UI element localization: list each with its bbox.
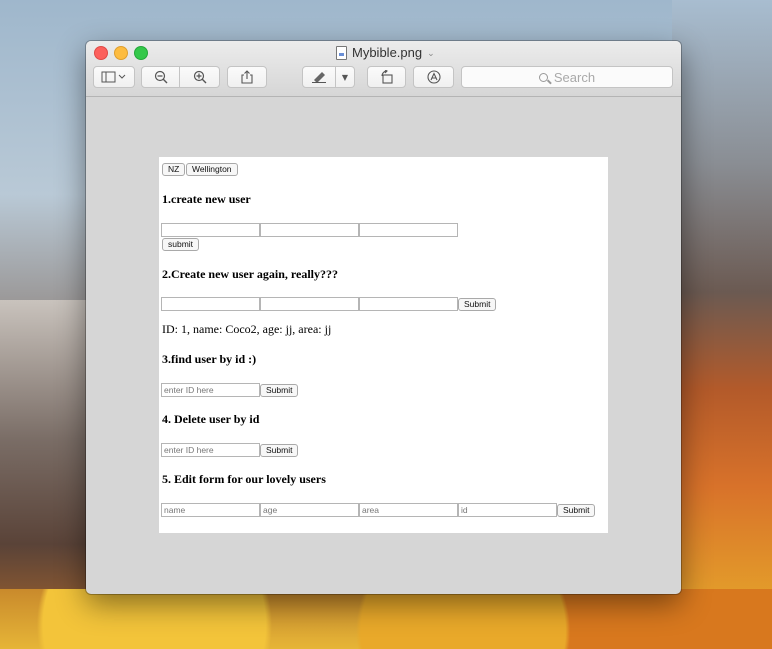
search-field[interactable]: Search <box>461 66 673 88</box>
find-user-id-input[interactable]: enter ID here <box>161 383 260 397</box>
zoom-out-icon <box>154 70 167 84</box>
chevron-down-icon: ⌄ <box>427 48 435 58</box>
section1-heading: 1.create new user <box>162 192 251 206</box>
share-icon <box>241 70 253 84</box>
delete-user-submit-button[interactable]: Submit <box>260 444 299 457</box>
markup-pen-icon <box>312 72 326 83</box>
close-button[interactable] <box>94 46 108 60</box>
desktop-wallpaper-foliage <box>0 589 772 649</box>
window-title-text: Mybible.png <box>352 45 423 60</box>
wellington-button[interactable]: Wellington <box>186 163 238 176</box>
maximize-button[interactable] <box>134 46 148 60</box>
sidebar-icon <box>101 71 126 83</box>
delete-user-id-input[interactable]: enter ID here <box>161 443 260 457</box>
annotate-icon <box>426 70 441 84</box>
preview-window: Mybible.png ⌄ ▼ Search NZ Wellington 1.c… <box>86 41 681 594</box>
edit-area-input[interactable]: area <box>359 503 458 517</box>
create-user-field-3[interactable] <box>359 223 458 237</box>
create-user-submit-button[interactable]: submit <box>162 238 200 251</box>
search-icon <box>538 72 548 82</box>
find-user-submit-button[interactable]: Submit <box>260 384 299 397</box>
section3-heading: 3.find user by id :) <box>162 352 257 366</box>
rotate-icon <box>380 70 393 84</box>
zoom-out-button[interactable] <box>141 66 180 88</box>
markup-dropdown-button[interactable]: ▼ <box>336 66 355 88</box>
edit-age-input[interactable]: age <box>260 503 359 517</box>
window-title[interactable]: Mybible.png ⌄ <box>336 44 435 62</box>
image-canvas: NZ Wellington 1.create new user submit 2… <box>159 157 608 533</box>
chevron-down-icon: ▼ <box>341 72 349 82</box>
nz-button[interactable]: NZ <box>162 163 186 176</box>
create-user-again-field-2[interactable] <box>260 297 359 311</box>
rotate-button[interactable] <box>367 66 406 88</box>
zoom-in-button[interactable] <box>180 66 220 88</box>
user-result-text: ID: 1, name: Coco2, age: jj, area: jj <box>162 322 332 336</box>
edit-id-input[interactable]: id <box>458 503 557 517</box>
desktop-wallpaper-right <box>672 0 772 649</box>
create-user-again-submit-button[interactable]: Submit <box>458 298 497 311</box>
document-icon <box>336 46 347 60</box>
section5-heading: 5. Edit form for our lovely users <box>162 472 326 486</box>
section2-heading: 2.Create new user again, really??? <box>162 267 338 281</box>
create-user-field-1[interactable] <box>161 223 260 237</box>
search-placeholder: Search <box>553 69 596 85</box>
edit-name-input[interactable]: name <box>161 503 260 517</box>
create-user-field-2[interactable] <box>260 223 359 237</box>
markup-button[interactable] <box>302 66 336 88</box>
minimize-button[interactable] <box>114 46 128 60</box>
edit-user-submit-button[interactable]: Submit <box>557 504 596 517</box>
sidebar-toggle-button[interactable] <box>93 66 135 88</box>
annotate-button[interactable] <box>413 66 454 88</box>
create-user-again-field-3[interactable] <box>359 297 458 311</box>
section4-heading: 4. Delete user by id <box>162 412 260 426</box>
create-user-again-field-1[interactable] <box>161 297 260 311</box>
zoom-in-icon <box>193 70 206 84</box>
titlebar: Mybible.png ⌄ ▼ Search <box>86 41 681 97</box>
share-button[interactable] <box>227 66 267 88</box>
